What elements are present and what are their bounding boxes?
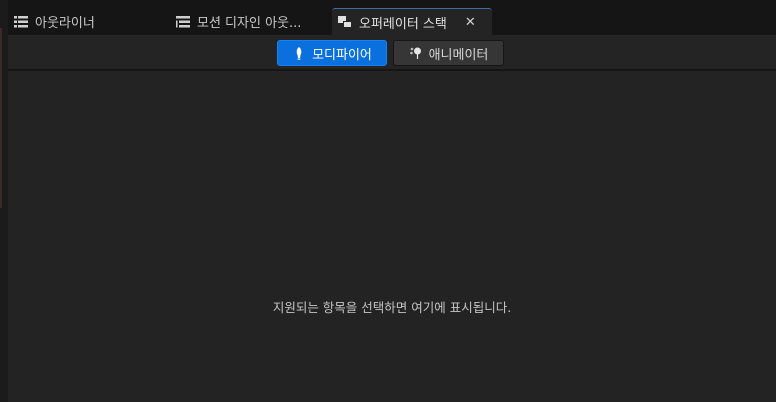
operator-stack-icon (338, 16, 352, 28)
left-edge-accent (0, 28, 2, 208)
animator-icon (409, 47, 421, 59)
tab-motion-design-outliner[interactable]: 모션 디자인 아웃... (176, 8, 301, 35)
modifier-mode-button[interactable]: 모디파이어 (277, 40, 387, 66)
mode-toolbar: 모디파이어 애니메이터 (8, 35, 776, 71)
details-area: 지원되는 항목을 선택하면 여기에 표시됩니다. (8, 73, 776, 402)
left-panel-edge (0, 0, 8, 402)
close-tab-icon[interactable]: ✕ (465, 15, 476, 30)
outliner-icon (14, 15, 28, 27)
tab-outliner[interactable]: 아웃라이너 (14, 8, 95, 35)
animator-mode-label: 애니메이터 (428, 47, 489, 63)
tab-outliner-label: 아웃라이너 (35, 16, 95, 31)
outliner-icon (176, 15, 190, 27)
modifier-mode-label: 모디파이어 (312, 47, 372, 63)
tab-operator-stack[interactable]: 오퍼레이터 스택 ✕ (332, 8, 492, 35)
tab-motion-design-label: 모션 디자인 아웃... (197, 16, 302, 31)
tab-operator-stack-label: 오퍼레이터 스택 (359, 16, 447, 32)
operator-stack-window: 아웃라이너 모션 디자인 아웃... 오퍼레이터 스택 ✕ 모디파이어 애니메이… (0, 0, 776, 402)
operator-stack-panel: 모디파이어 애니메이터 지원되는 항목을 선택하면 여기에 표시됩니다. (8, 35, 776, 402)
empty-state-message: 지원되는 항목을 선택하면 여기에 표시됩니다. (272, 300, 512, 315)
animator-mode-button[interactable]: 애니메이터 (393, 40, 504, 66)
tab-bar: 아웃라이너 모션 디자인 아웃... 오퍼레이터 스택 ✕ (8, 8, 776, 35)
modifier-icon (296, 47, 302, 60)
